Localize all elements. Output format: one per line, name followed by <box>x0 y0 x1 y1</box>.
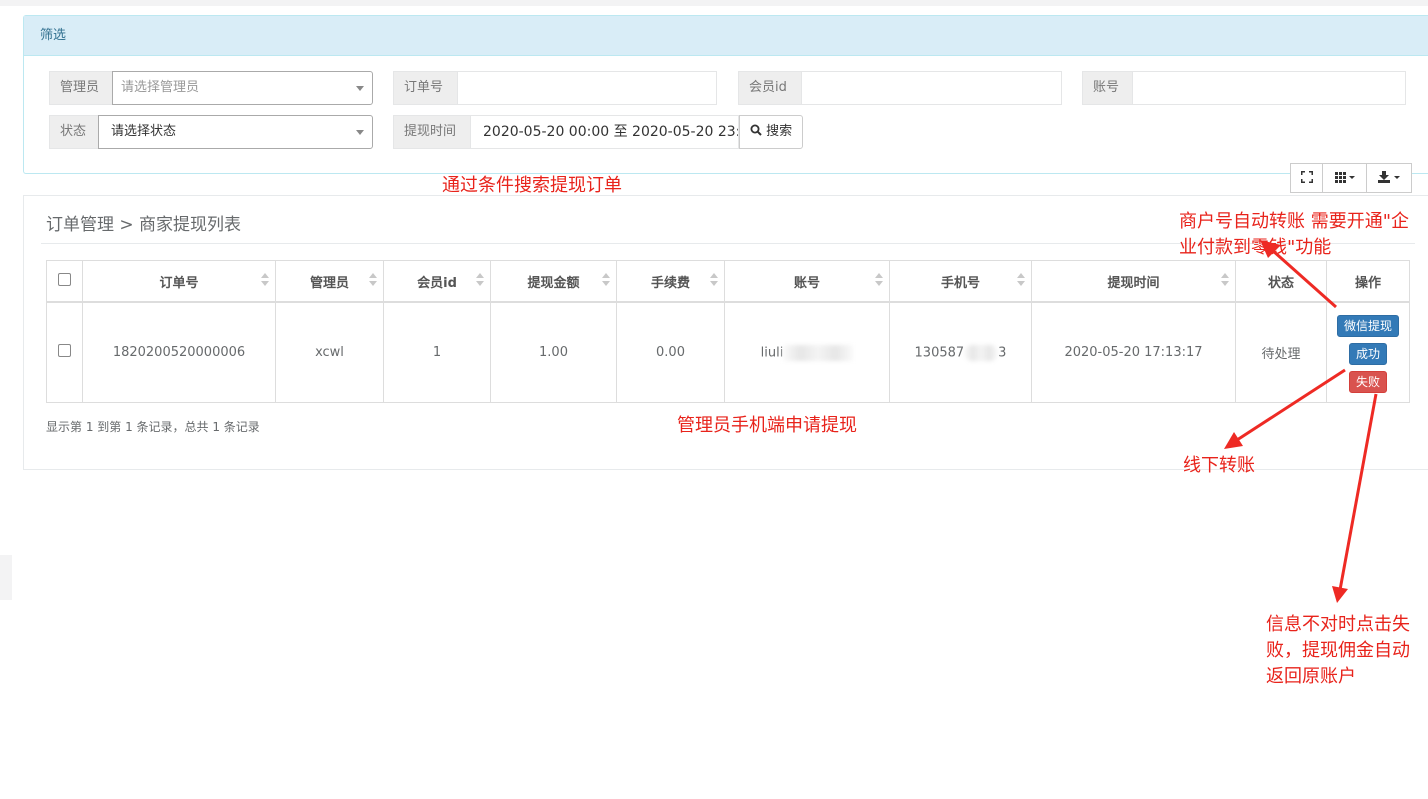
arrow-to-offline-note <box>1236 368 1346 442</box>
arrow-to-fail-note <box>1338 393 1378 591</box>
arrow-to-wechat-note <box>1271 248 1337 309</box>
annotation-arrows <box>1224 240 1378 603</box>
